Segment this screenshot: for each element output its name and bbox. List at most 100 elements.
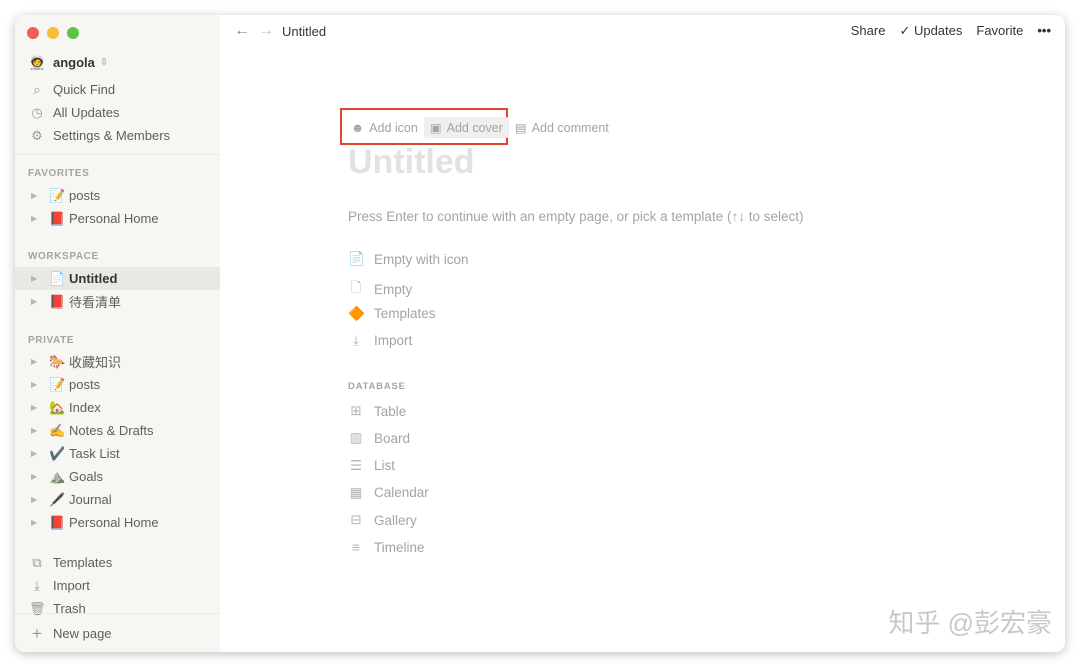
board-icon: ▥	[349, 430, 363, 446]
expand-triangle-icon[interactable]: ▶	[31, 214, 43, 223]
plus-icon: +	[32, 623, 42, 643]
sidebar-page[interactable]: ▶ 📕 Personal Home	[15, 511, 220, 534]
sidebar-page[interactable]: ▶ ✍️ Notes & Drafts	[15, 419, 220, 442]
quick-find[interactable]: ⌕ Quick Find	[15, 78, 220, 101]
back-arrow-icon[interactable]: ←	[234, 22, 250, 40]
workspace-heading: WORKSPACE	[28, 251, 99, 262]
page-emoji-icon: ⛰️	[49, 468, 66, 484]
template-option[interactable]: 🗋 Empty	[348, 278, 413, 301]
expand-triangle-icon[interactable]: ▶	[31, 380, 43, 389]
template-option[interactable]: 🔶 Templates	[348, 306, 436, 322]
expand-triangle-icon[interactable]: ▶	[31, 472, 43, 481]
new-page-button[interactable]: + New page	[15, 622, 220, 645]
divider	[15, 613, 220, 614]
expand-triangle-icon[interactable]: ▶	[31, 426, 43, 435]
templates-icon: ⧉	[32, 554, 42, 570]
sidebar-import[interactable]: ⤓ Import	[15, 574, 220, 597]
sidebar-page[interactable]: ▶ 📕 Personal Home	[15, 207, 220, 230]
sidebar-page-label: Index	[69, 400, 101, 415]
all-updates[interactable]: ◷ All Updates	[15, 101, 220, 124]
sidebar-page-label: Personal Home	[69, 211, 159, 226]
page-lines-icon: 📄	[348, 251, 365, 266]
sidebar-page[interactable]: ▶ 📕 待看清单	[15, 290, 220, 313]
sidebar: 🧑‍🚀 angola ⇳ ⌕ Quick Find ◷ All Updates ⚙ Set…	[15, 15, 220, 652]
comment-icon: ▤	[514, 121, 527, 135]
template-option[interactable]: ⤓ Import	[348, 333, 412, 349]
expand-triangle-icon[interactable]: ▶	[31, 357, 43, 366]
trash-icon: 🗑	[29, 600, 46, 616]
template-hint: Press Enter to continue with an empty pa…	[348, 209, 804, 224]
breadcrumb[interactable]: Untitled	[282, 24, 326, 39]
check-icon: ✓	[899, 23, 914, 38]
download-icon: ⤓	[34, 577, 40, 593]
sidebar-page-label: Task List	[69, 446, 120, 461]
quick-find-label: Quick Find	[53, 82, 116, 97]
updates-button[interactable]: ✓ Updates	[899, 23, 962, 39]
clock-icon: ◷	[31, 104, 43, 120]
sidebar-page-label: 收藏知识	[69, 355, 122, 370]
option-label: Empty with icon	[374, 251, 469, 267]
sidebar-page[interactable]: ▶ 🏡 Index	[15, 396, 220, 419]
search-icon: ⌕	[33, 81, 41, 97]
calendar-icon: ▦	[349, 484, 363, 500]
workspace-switcher[interactable]: 🧑‍🚀 angola ⇳	[15, 51, 220, 74]
all-updates-label: All Updates	[53, 105, 120, 120]
expand-triangle-icon[interactable]: ▶	[31, 274, 43, 283]
sidebar-page[interactable]: ▶ 📝 posts	[15, 184, 220, 207]
list-icon: ☰	[349, 457, 363, 473]
updates-label: Updates	[913, 23, 963, 38]
expand-triangle-icon[interactable]: ▶	[31, 403, 43, 412]
page-emoji-icon: 🐎	[49, 353, 66, 369]
add-cover-label: Add cover	[446, 120, 503, 135]
sidebar-page-label: posts	[69, 188, 101, 203]
settings-label: Settings & Members	[53, 128, 171, 143]
add-icon-button[interactable]: ☻ Add icon	[345, 117, 424, 138]
avatar: 🧑‍🚀	[29, 54, 46, 70]
expand-triangle-icon[interactable]: ▶	[31, 495, 43, 504]
database-option[interactable]: ▥ Board	[348, 430, 410, 446]
more-button[interactable]: •••	[1037, 23, 1051, 39]
sidebar-page[interactable]: ▶ 🐎 收藏知识	[15, 350, 220, 373]
template-option[interactable]: 📄 Empty with icon	[348, 251, 469, 267]
expand-triangle-icon[interactable]: ▶	[31, 449, 43, 458]
option-label: Import	[374, 333, 413, 349]
add-comment-label: Add comment	[531, 120, 609, 135]
database-option[interactable]: ▦ Calendar	[348, 485, 429, 501]
sidebar-page-label: 待看清单	[69, 295, 122, 310]
database-option[interactable]: ☰ List	[348, 458, 395, 474]
sidebar-page[interactable]: ▶ ✔️ Task List	[15, 442, 220, 465]
favorite-button[interactable]: Favorite	[976, 23, 1023, 39]
settings-members[interactable]: ⚙ Settings & Members	[15, 124, 220, 147]
sidebar-page[interactable]: ▶ ⛰️ Goals	[15, 465, 220, 488]
forward-arrow-icon[interactable]: →	[258, 22, 274, 40]
private-heading: PRIVATE	[28, 335, 75, 346]
zoom-button[interactable]	[67, 27, 79, 39]
close-button[interactable]	[27, 27, 39, 39]
favorites-heading: FAVORITES	[28, 168, 90, 179]
sidebar-trash[interactable]: 🗑 Trash	[15, 597, 220, 620]
minimize-button[interactable]	[47, 27, 59, 39]
page-title-input[interactable]: Untitled	[348, 143, 475, 182]
sidebar-page[interactable]: ▶ 📄 Untitled	[15, 267, 220, 290]
database-option[interactable]: ⊟ Gallery	[348, 512, 416, 528]
share-button[interactable]: Share	[851, 23, 886, 39]
database-option[interactable]: ⊞ Table	[348, 403, 406, 419]
sidebar-templates[interactable]: ⧉ Templates	[15, 551, 220, 574]
add-comment-button[interactable]: ▤ Add comment	[509, 117, 615, 138]
expand-triangle-icon[interactable]: ▶	[31, 297, 43, 306]
option-label: Calendar	[374, 485, 429, 501]
sidebar-page[interactable]: ▶ 🖋️ Journal	[15, 488, 220, 511]
smiley-icon: ☻	[351, 120, 365, 135]
add-cover-button[interactable]: ▣ Add cover	[423, 117, 509, 138]
expand-triangle-icon[interactable]: ▶	[31, 518, 43, 527]
database-heading: DATABASE	[348, 381, 406, 392]
sidebar-page[interactable]: ▶ 📝 posts	[15, 373, 220, 396]
window-controls	[27, 27, 79, 39]
import-label: Import	[53, 578, 90, 593]
expand-triangle-icon[interactable]: ▶	[31, 191, 43, 200]
page-icon: 🗋	[350, 280, 362, 296]
page-emoji-icon: 📕	[49, 293, 66, 309]
templates-icon: 🔶	[348, 305, 365, 321]
app-window: 🧑‍🚀 angola ⇳ ⌕ Quick Find ◷ All Updates ⚙ Set…	[15, 15, 1065, 652]
database-option[interactable]: ≡ Timeline	[348, 540, 424, 555]
